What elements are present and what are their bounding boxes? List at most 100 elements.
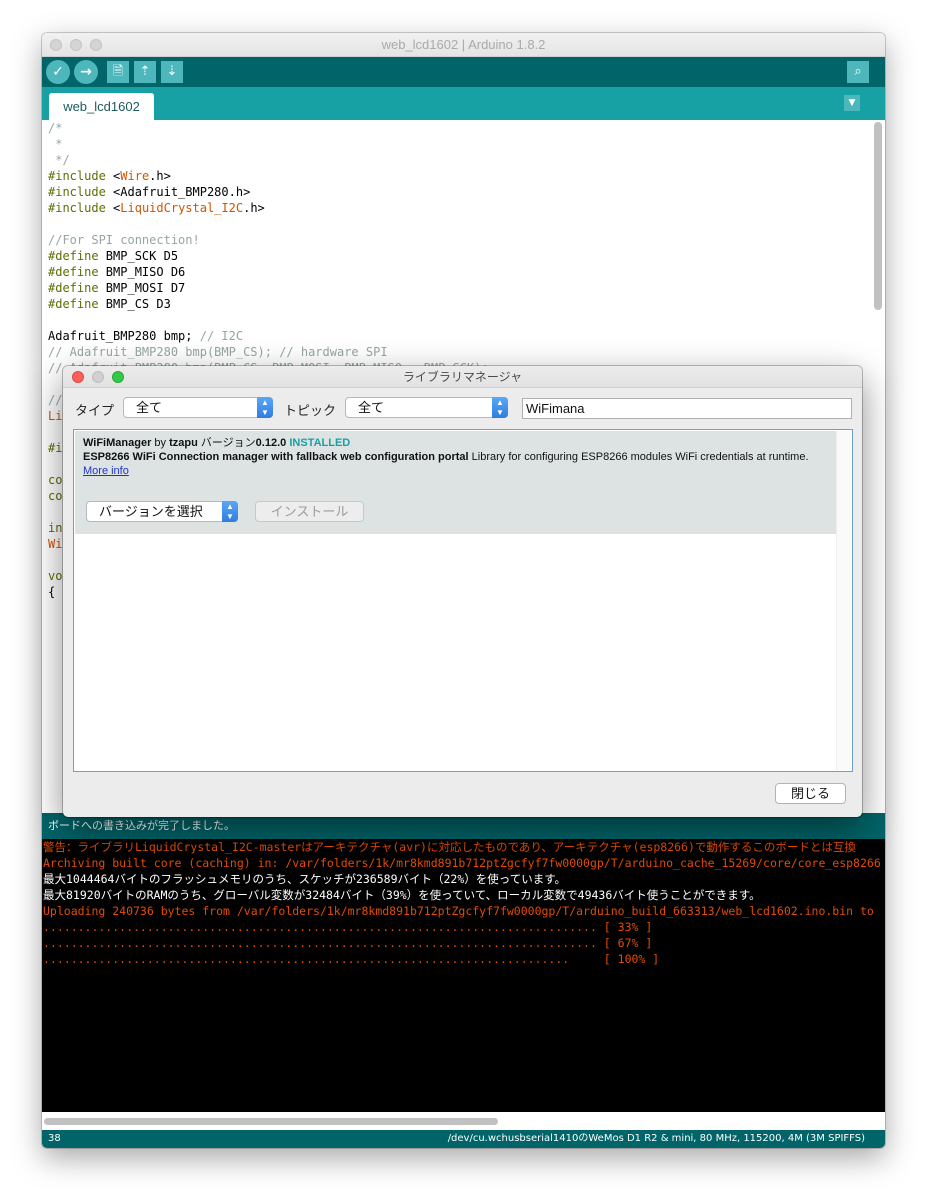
tab-web-lcd1602[interactable]: web_lcd1602 bbox=[49, 93, 154, 120]
close-window-icon[interactable] bbox=[50, 39, 62, 51]
code-line: // Adafruit_BMP280 bmp(BMP_CS); // hardw… bbox=[48, 344, 489, 360]
code-token: #define bbox=[48, 281, 106, 295]
topic-label: トピック bbox=[284, 403, 337, 418]
code-line: #define BMP_CS D3 bbox=[48, 296, 489, 312]
code-token: * bbox=[48, 137, 63, 151]
type-select[interactable]: 全て ▲ ▼ bbox=[123, 397, 273, 418]
dialog-titlebar: ライブラリマネージャ bbox=[63, 366, 862, 388]
library-item-wifimanager[interactable]: WiFiManager by tzapu バージョン0.12.0 INSTALL… bbox=[75, 431, 836, 534]
console-line: Uploading 240736 bytes from /var/folders… bbox=[43, 904, 874, 918]
library-list: WiFiManager by tzapu バージョン0.12.0 INSTALL… bbox=[73, 429, 853, 772]
library-search-input[interactable]: WiFimana bbox=[522, 398, 852, 419]
code-token: BMP_MISO D6 bbox=[105, 265, 186, 279]
library-version-prefix: バージョン bbox=[197, 437, 256, 449]
code-line: * bbox=[48, 136, 489, 152]
tab-menu-dropdown-icon[interactable]: ▼ bbox=[844, 95, 860, 111]
code-token: Wire bbox=[120, 169, 150, 183]
type-select-value: 全て bbox=[136, 400, 163, 415]
code-token: #define bbox=[48, 249, 106, 263]
code-line: #define BMP_MOSI D7 bbox=[48, 280, 489, 296]
console-line: ........................................… bbox=[43, 936, 653, 950]
code-line: #include <LiquidCrystal_I2C.h> bbox=[48, 200, 489, 216]
code-line: //For SPI connection! bbox=[48, 232, 489, 248]
code-line: #include <Adafruit_BMP280.h> bbox=[48, 184, 489, 200]
close-button[interactable]: 閉じる bbox=[775, 783, 846, 804]
console-line: ........................................… bbox=[43, 920, 653, 934]
upload-button[interactable]: → bbox=[74, 60, 98, 84]
status-message: ボードへの書き込みが完了しました。 bbox=[48, 819, 235, 832]
library-name: WiFiManager bbox=[83, 437, 152, 449]
code-token: in bbox=[48, 521, 63, 535]
code-line: #include <Wire.h> bbox=[48, 168, 489, 184]
editor-vertical-scrollbar[interactable] bbox=[874, 122, 882, 310]
code-token: co bbox=[48, 473, 63, 487]
library-list-scrollbar[interactable] bbox=[836, 431, 851, 770]
zoom-window-icon[interactable] bbox=[90, 39, 102, 51]
topic-select[interactable]: 全て ▲ ▼ bbox=[345, 397, 508, 418]
dialog-minimize-icon bbox=[92, 371, 104, 383]
tab-bar: web_lcd1602 ▼ bbox=[42, 87, 885, 120]
library-by: by bbox=[151, 437, 170, 449]
code-token: #define bbox=[48, 297, 106, 311]
code-token: BMP_CS D3 bbox=[105, 297, 171, 311]
version-select-arrows-icon: ▲ ▼ bbox=[222, 501, 238, 522]
library-version: 0.12.0 bbox=[255, 437, 287, 449]
version-select-value: バージョンを選択 bbox=[99, 504, 203, 519]
library-author: tzapu bbox=[169, 437, 198, 449]
code-token: /* bbox=[48, 121, 63, 135]
console-line: 最大1044464バイトのフラッシュメモリのうち、スケッチが236589バイト（… bbox=[43, 872, 567, 886]
dialog-traffic-lights bbox=[72, 371, 124, 383]
code-token: #include bbox=[48, 169, 114, 183]
code-line: #define BMP_SCK D5 bbox=[48, 248, 489, 264]
toolbar: ✓ → 🗎 ⇡ ⇣ ⌕ bbox=[42, 57, 885, 87]
code-line: */ bbox=[48, 152, 489, 168]
console-horizontal-scrollbar[interactable] bbox=[44, 1118, 498, 1125]
code-line: /* bbox=[48, 120, 489, 136]
open-sketch-icon[interactable]: ⇡ bbox=[134, 61, 156, 83]
code-token: Li bbox=[48, 409, 63, 423]
window-traffic-lights bbox=[50, 39, 102, 51]
output-console: 警告：ライブラリLiquidCrystal_I2C-masterはアーキテクチャ… bbox=[42, 839, 885, 1112]
code-token: co bbox=[48, 489, 63, 503]
library-paragraph: Library for configuring ESP8266 modules … bbox=[468, 451, 809, 463]
code-token: */ bbox=[48, 153, 70, 167]
code-token: #include bbox=[48, 201, 114, 215]
code-token: Adafruit_BMP280 bmp; bbox=[48, 329, 200, 343]
code-line: Adafruit_BMP280 bmp; // I2C bbox=[48, 328, 489, 344]
window-titlebar: web_lcd1602 | Arduino 1.8.2 bbox=[42, 33, 885, 57]
install-button[interactable]: インストール bbox=[255, 501, 364, 522]
minimize-window-icon[interactable] bbox=[70, 39, 82, 51]
verify-button[interactable]: ✓ bbox=[46, 60, 70, 84]
code-token: <Adafruit_BMP280.h> bbox=[113, 185, 251, 199]
save-sketch-icon[interactable]: ⇣ bbox=[161, 61, 183, 83]
code-token: #i bbox=[48, 441, 63, 455]
code-token: Wi bbox=[48, 537, 63, 551]
footer-bar: 38 /dev/cu.wchusbserial1410のWeMos D1 R2 … bbox=[42, 1130, 885, 1148]
board-info: /dev/cu.wchusbserial1410のWeMos D1 R2 & m… bbox=[447, 1133, 865, 1144]
code-token: BMP_SCK D5 bbox=[105, 249, 179, 263]
code-token: { bbox=[48, 585, 56, 599]
code-token: //For SPI connection! bbox=[48, 233, 200, 247]
code-token: // Adafruit_BMP280 bmp(BMP_CS); // hardw… bbox=[48, 345, 388, 359]
code-token: vo bbox=[48, 569, 63, 583]
code-token: #define bbox=[48, 265, 106, 279]
line-number: 38 bbox=[48, 1133, 61, 1144]
more-info-link[interactable]: More info bbox=[83, 465, 129, 477]
code-token: // I2C bbox=[199, 329, 244, 343]
console-line: ........................................… bbox=[43, 952, 660, 966]
code-token: BMP_MOSI D7 bbox=[105, 281, 186, 295]
serial-monitor-icon[interactable]: ⌕ bbox=[847, 61, 869, 83]
type-label: タイプ bbox=[75, 403, 115, 418]
version-select[interactable]: バージョンを選択 ▲ ▼ bbox=[86, 501, 238, 522]
dialog-close-icon[interactable] bbox=[72, 371, 84, 383]
code-token: .h> bbox=[243, 201, 265, 215]
library-description: WiFiManager by tzapu バージョン0.12.0 INSTALL… bbox=[83, 436, 823, 478]
dialog-zoom-icon[interactable] bbox=[112, 371, 124, 383]
new-sketch-icon[interactable]: 🗎 bbox=[107, 61, 129, 83]
code-line: #define BMP_MISO D6 bbox=[48, 264, 489, 280]
console-line: 警告：ライブラリLiquidCrystal_I2C-masterはアーキテクチャ… bbox=[43, 840, 856, 854]
code-token: // bbox=[48, 393, 63, 407]
topic-select-value: 全て bbox=[358, 400, 385, 415]
console-line: 最大81920バイトのRAMのうち、グローバル変数が32484バイト（39%）を… bbox=[43, 888, 761, 902]
